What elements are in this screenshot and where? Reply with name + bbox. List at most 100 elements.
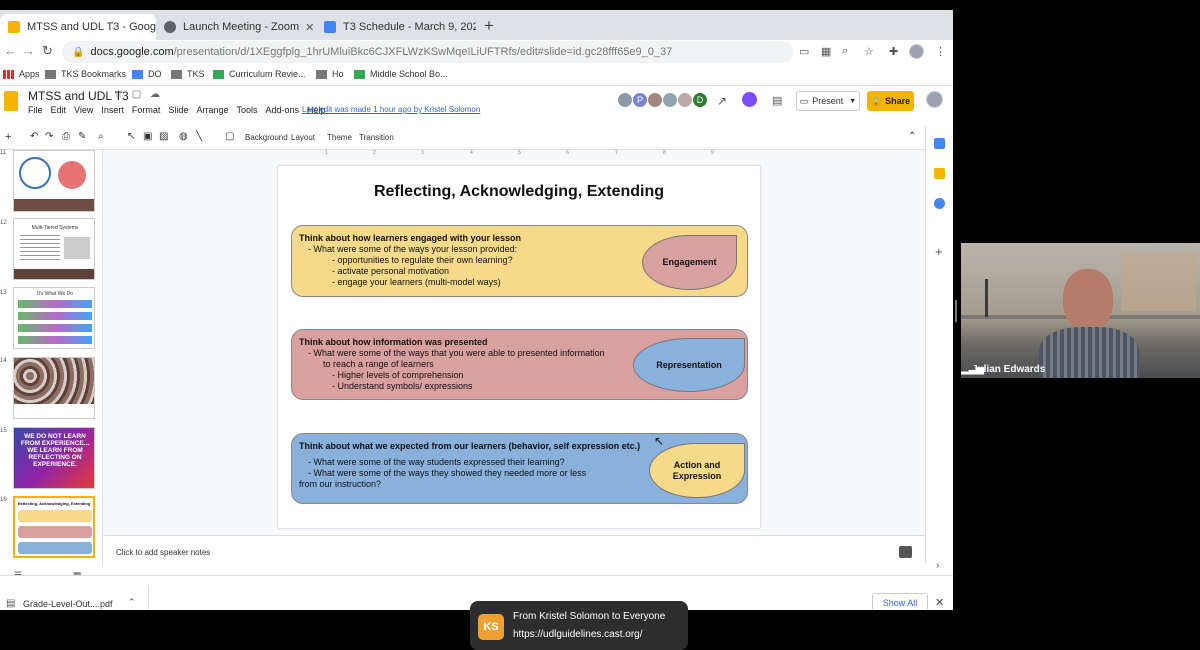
menu-addons[interactable]: Add-ons bbox=[265, 105, 299, 115]
cloud-status-icon[interactable]: ☁ bbox=[150, 89, 160, 100]
slide-title[interactable]: Reflecting, Acknowledging, Extending bbox=[278, 183, 760, 201]
theme-button[interactable]: Theme bbox=[327, 133, 352, 142]
add-addon-icon[interactable]: + bbox=[935, 244, 943, 259]
download-filename[interactable]: Grade-Level-Out....pdf bbox=[23, 599, 113, 609]
zoom-video-tile[interactable]: ▂▃▅ Julian Edwards bbox=[961, 243, 1200, 378]
slide-thumbnail[interactable]: Multi-Tiered Systems bbox=[13, 218, 95, 280]
speaker-notes[interactable]: Click to add speaker notes bbox=[103, 535, 925, 565]
extensions-icon[interactable]: ✚ bbox=[889, 45, 898, 58]
slide-number: 16 bbox=[0, 497, 7, 503]
expand-panel-icon[interactable]: › bbox=[936, 560, 939, 571]
bookmark-curriculum[interactable]: Curriculum Revie... bbox=[213, 69, 306, 79]
back-icon[interactable]: ← bbox=[4, 43, 17, 58]
share-button[interactable]: 🔒 Share bbox=[867, 91, 914, 111]
bookmark-middle-school[interactable]: Middle School Bo... bbox=[354, 69, 448, 79]
engagement-box[interactable]: Think about how learners engaged with yo… bbox=[291, 225, 748, 297]
menu-insert[interactable]: Insert bbox=[101, 105, 124, 115]
resize-handle[interactable] bbox=[955, 300, 957, 322]
chat-message-link[interactable]: https://udlguidelines.cast.org/ bbox=[513, 629, 643, 640]
layout-button[interactable]: Layout bbox=[291, 133, 315, 142]
print-icon[interactable]: ⎙ bbox=[62, 131, 70, 142]
close-icon[interactable]: ✕ bbox=[935, 596, 944, 609]
present-button[interactable]: ▭ Present ▼ bbox=[796, 91, 860, 111]
bookmark-apps[interactable]: Apps bbox=[3, 69, 40, 79]
chevron-down-icon[interactable]: ▼ bbox=[849, 98, 856, 105]
slides-logo-icon[interactable] bbox=[4, 91, 18, 111]
meet-addon-icon[interactable] bbox=[742, 92, 757, 107]
forward-icon[interactable]: → bbox=[22, 43, 35, 58]
collaborator-avatar[interactable] bbox=[662, 92, 678, 108]
collaborator-avatar[interactable] bbox=[647, 92, 663, 108]
globe-icon bbox=[164, 21, 176, 33]
thumbnail-box bbox=[18, 526, 92, 538]
slide-thumbnail[interactable] bbox=[13, 150, 95, 212]
menu-edit[interactable]: Edit bbox=[51, 105, 67, 115]
explore-icon[interactable] bbox=[899, 546, 912, 558]
tab-google-slides[interactable]: MTSS and UDL T3 - Google Sli ✕ bbox=[0, 14, 156, 40]
transition-button[interactable]: Transition bbox=[359, 133, 394, 142]
menu-file[interactable]: File bbox=[28, 105, 43, 115]
bookmark-tks-bookmarks[interactable]: TKS Bookmarks bbox=[45, 69, 126, 79]
slide-thumbnail-selected[interactable]: Reflecting, Acknowledging, Extending bbox=[13, 496, 95, 558]
show-all-button[interactable]: Show All bbox=[872, 593, 928, 610]
qr-code-icon[interactable]: ▦ bbox=[821, 45, 831, 58]
tab-zoom[interactable]: Launch Meeting - Zoom ✕ bbox=[156, 14, 314, 40]
menu-tools[interactable]: Tools bbox=[236, 105, 257, 115]
menu-format[interactable]: Format bbox=[132, 105, 161, 115]
bookmark-do[interactable]: DO bbox=[132, 69, 162, 79]
select-cursor-icon[interactable]: ↖ bbox=[127, 131, 135, 142]
slide-thumbnail[interactable]: It's What We Do bbox=[13, 287, 95, 349]
ruler-tick: 9 bbox=[711, 150, 714, 156]
slide-thumbnail[interactable]: WE DO NOT LEARN FROM EXPERIENCE... WE LE… bbox=[13, 427, 95, 489]
editing-toolbar: + ↶ ↷ ⎙ ✎ ⌕ ↖ ▣ ▨ ◍ ╲ ▢ Background Layou… bbox=[0, 126, 925, 150]
action-expression-box[interactable]: Think about what we expected from our le… bbox=[291, 433, 748, 504]
last-edit-link[interactable]: Last edit was made 1 hour ago by Kristel… bbox=[302, 105, 480, 114]
move-folder-icon[interactable]: ▢ bbox=[132, 89, 141, 100]
representation-box[interactable]: Think about how information was presente… bbox=[291, 329, 748, 400]
keep-icon[interactable] bbox=[934, 168, 945, 179]
collaborator-avatar[interactable]: D bbox=[692, 92, 708, 108]
zoom-icon[interactable]: ⌕ bbox=[842, 45, 848, 58]
paint-format-icon[interactable]: ✎ bbox=[78, 131, 86, 142]
collapse-toolbar-icon[interactable]: ⌃ bbox=[908, 131, 916, 142]
bookmark-star-icon[interactable]: ☆ bbox=[864, 45, 874, 58]
cast-icon[interactable]: ▭ bbox=[799, 45, 809, 58]
chat-notification[interactable]: KS From Kristel Solomon to Everyone http… bbox=[470, 601, 688, 650]
zoom-icon[interactable]: ⌕ bbox=[98, 131, 104, 142]
tasks-icon[interactable] bbox=[934, 198, 945, 209]
collaborator-avatar[interactable]: P bbox=[632, 92, 648, 108]
profile-avatar[interactable] bbox=[909, 44, 924, 59]
comment-icon[interactable]: ▢ bbox=[225, 131, 234, 142]
text-box-icon[interactable]: ▣ bbox=[143, 131, 152, 142]
collaborator-avatar[interactable] bbox=[617, 92, 633, 108]
comments-icon[interactable]: ▤ bbox=[772, 94, 782, 107]
thumbnail-title: Multi-Tiered Systems bbox=[31, 225, 79, 231]
menu-slide[interactable]: Slide bbox=[168, 105, 188, 115]
reload-icon[interactable]: ↻ bbox=[42, 43, 53, 59]
activity-trend-icon[interactable]: ↗ bbox=[717, 94, 727, 108]
menu-arrange[interactable]: Arrange bbox=[196, 105, 228, 115]
new-tab-icon[interactable]: + bbox=[484, 16, 494, 36]
new-slide-icon[interactable]: + bbox=[5, 131, 11, 143]
tab-schedule[interactable]: T3 Schedule - March 9, 2021 - ✕ bbox=[316, 14, 476, 40]
account-avatar[interactable] bbox=[926, 91, 943, 108]
line-icon[interactable]: ╲ bbox=[196, 131, 202, 142]
menu-kebab-icon[interactable]: ⋮ bbox=[935, 45, 946, 58]
chevron-up-icon[interactable]: ⌃ bbox=[128, 597, 136, 608]
menu-view[interactable]: View bbox=[74, 105, 93, 115]
shape-icon[interactable]: ◍ bbox=[179, 131, 188, 142]
calendar-icon[interactable] bbox=[934, 138, 945, 149]
image-icon[interactable]: ▨ bbox=[159, 131, 168, 142]
collaborator-avatar[interactable] bbox=[677, 92, 693, 108]
current-slide[interactable]: Reflecting, Acknowledging, Extending Thi… bbox=[278, 166, 760, 528]
address-bar[interactable]: 🔒 docs.google.com/presentation/d/1XEggfp… bbox=[62, 41, 793, 63]
slide-thumbnail[interactable] bbox=[13, 357, 95, 419]
bookmark-tks[interactable]: TKS bbox=[171, 69, 205, 79]
redo-icon[interactable]: ↷ bbox=[45, 131, 53, 142]
close-tab-icon[interactable]: ✕ bbox=[299, 21, 314, 34]
bookmark-ho[interactable]: Ho bbox=[316, 69, 344, 79]
undo-icon[interactable]: ↶ bbox=[30, 131, 38, 142]
pdf-file-icon: ▤ bbox=[6, 598, 16, 609]
star-icon[interactable]: ☆ bbox=[114, 89, 123, 100]
background-button[interactable]: Background bbox=[245, 133, 288, 142]
